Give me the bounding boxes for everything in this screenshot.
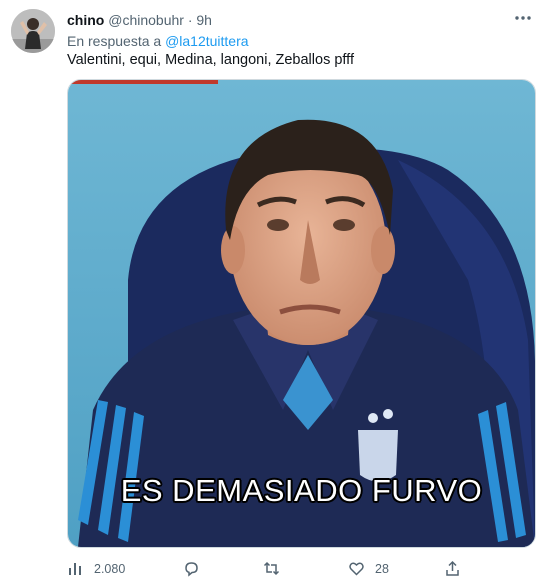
- likes-count: 28: [375, 561, 389, 576]
- reply-mention-link[interactable]: @la12tuittera: [165, 33, 248, 49]
- share-icon: [446, 560, 459, 576]
- tweet-header: chino @chinobuhr · 9h: [67, 11, 212, 29]
- views-button[interactable]: 2.080: [67, 560, 125, 577]
- reply-context: En respuesta a @la12tuittera: [67, 32, 249, 50]
- tweet: chino @chinobuhr · 9h En respuesta a @la…: [0, 0, 550, 580]
- avatar[interactable]: [11, 9, 55, 53]
- retweet-icon: [263, 561, 280, 576]
- image-caption: ES DEMASIADO FURVO: [120, 473, 483, 508]
- share-button[interactable]: [444, 560, 461, 577]
- author-name[interactable]: chino: [67, 12, 104, 28]
- timestamp[interactable]: 9h: [196, 12, 212, 28]
- action-bar: 2.080 28: [67, 560, 467, 580]
- like-button[interactable]: 28: [348, 560, 389, 577]
- author-handle[interactable]: @chinobuhr: [108, 12, 184, 28]
- reply-icon: [185, 562, 198, 577]
- more-options-icon[interactable]: [512, 9, 534, 27]
- retweet-button[interactable]: [263, 560, 280, 577]
- tweet-image[interactable]: ES DEMASIADO FURVO: [67, 79, 536, 548]
- views-count: 2.080: [94, 561, 126, 576]
- tweet-text: Valentini, equi, Medina, langoni, Zeball…: [67, 52, 354, 68]
- views-icon: [69, 563, 81, 575]
- like-icon: [349, 562, 364, 576]
- separator: ·: [187, 12, 193, 28]
- reply-prefix: En respuesta a: [67, 33, 162, 49]
- reply-button[interactable]: [183, 560, 200, 577]
